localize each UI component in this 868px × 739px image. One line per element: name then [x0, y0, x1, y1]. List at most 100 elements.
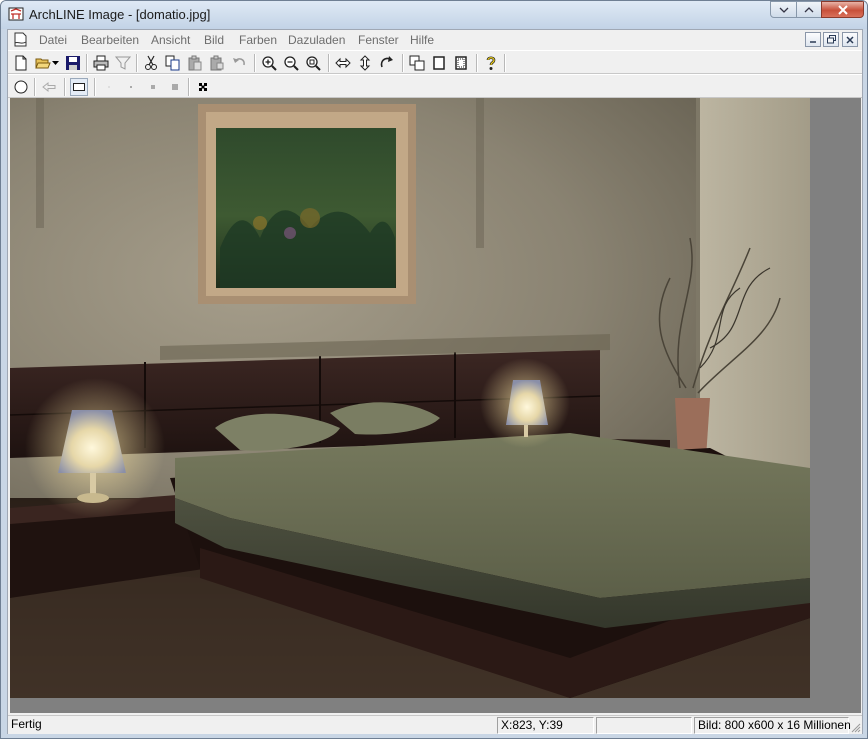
client-area: Datei Bearbeiten Ansicht Bild Farben Daz… — [7, 29, 863, 734]
status-message: Fertig — [11, 717, 42, 731]
scatter-icon — [199, 83, 207, 91]
brush-size-4-button[interactable] — [166, 78, 184, 96]
bedroom-render-image[interactable] — [10, 98, 810, 698]
toolbar-separator — [254, 54, 256, 72]
border-frame-button[interactable] — [452, 54, 470, 72]
zoom-out-button[interactable] — [282, 54, 300, 72]
menu-fenster[interactable]: Fenster — [358, 33, 399, 47]
paste-special-icon — [210, 55, 224, 71]
toolbar-separator — [86, 54, 88, 72]
zoom-fit-button[interactable] — [304, 54, 322, 72]
document-icon[interactable] — [12, 32, 28, 48]
back-button[interactable] — [40, 78, 58, 96]
toolbar-separator — [136, 54, 138, 72]
application-window: ArchLINE Image - [domatio.jpg] Datei Bea… — [0, 0, 868, 739]
zoom-in-icon — [262, 56, 277, 71]
funnel-icon — [115, 56, 131, 70]
toolbar-separator — [476, 54, 478, 72]
menu-hilfe[interactable]: Hilfe — [410, 33, 434, 47]
window-title: ArchLINE Image - [domatio.jpg] — [29, 7, 211, 22]
close-icon — [837, 4, 848, 15]
paste-button[interactable] — [186, 54, 204, 72]
open-folder-icon — [35, 58, 51, 69]
zoom-in-button[interactable] — [260, 54, 278, 72]
menu-farben[interactable]: Farben — [239, 33, 277, 47]
toolbar-separator — [94, 78, 96, 96]
paste-special-button[interactable] — [208, 54, 226, 72]
print-button[interactable] — [92, 54, 110, 72]
toolbar-separator — [34, 78, 36, 96]
resize-canvas-button[interactable] — [408, 54, 426, 72]
toolbar-separator — [328, 54, 330, 72]
brush-size-1-button[interactable] — [100, 78, 118, 96]
mdi-restore-button[interactable] — [823, 32, 839, 47]
main-toolbar — [8, 50, 862, 74]
restore-icon — [826, 35, 836, 44]
mdi-close-button[interactable] — [842, 32, 858, 47]
brush-size-3-icon — [151, 85, 155, 89]
dropdown-arrow-icon — [51, 61, 59, 65]
menu-bar: Datei Bearbeiten Ansicht Bild Farben Daz… — [8, 30, 862, 50]
new-button[interactable] — [12, 54, 30, 72]
status-pane-empty — [596, 717, 692, 734]
minimize-icon — [779, 7, 788, 13]
resize-grip-icon[interactable] — [849, 721, 861, 733]
brush-size-2-icon — [130, 86, 132, 88]
rectangle-select-icon — [73, 83, 85, 91]
menu-dazuladen[interactable]: Dazuladen — [288, 33, 345, 47]
image-viewport[interactable] — [10, 98, 861, 713]
title-bar[interactable]: ArchLINE Image - [domatio.jpg] — [1, 1, 867, 29]
maximize-icon — [804, 6, 814, 12]
crop-frame-icon — [433, 56, 445, 70]
menu-ansicht[interactable]: Ansicht — [151, 33, 190, 47]
image-info: Bild: 800 x600 x 16 Millionen — [694, 717, 851, 734]
flip-vertical-icon — [359, 55, 371, 71]
print-icon — [93, 55, 109, 71]
undo-icon — [233, 58, 245, 66]
close-button[interactable] — [821, 1, 864, 18]
filter-button[interactable] — [114, 54, 132, 72]
rotate-button[interactable] — [378, 54, 396, 72]
cursor-coordinates: X:823, Y:39 — [497, 717, 594, 734]
open-dropdown-button[interactable] — [50, 54, 60, 72]
zoom-fit-icon — [306, 56, 321, 71]
save-disk-icon — [66, 56, 80, 70]
brush-size-3-button[interactable] — [144, 78, 162, 96]
toolbar-separator — [504, 54, 506, 72]
rectangle-select-button[interactable] — [70, 78, 88, 96]
undo-button[interactable] — [230, 54, 248, 72]
brush-size-2-button[interactable] — [122, 78, 140, 96]
close-icon — [846, 35, 854, 44]
save-button[interactable] — [64, 54, 82, 72]
status-bar: Fertig X:823, Y:39 Bild: 800 x600 x 16 M… — [8, 715, 862, 734]
crop-frame-button[interactable] — [430, 54, 448, 72]
back-arrow-icon — [42, 81, 56, 93]
mdi-minimize-button[interactable] — [805, 32, 821, 47]
circle-select-button[interactable] — [12, 78, 30, 96]
flip-vertical-button[interactable] — [356, 54, 374, 72]
help-button[interactable] — [482, 54, 500, 72]
circle-select-icon — [14, 80, 28, 94]
toolbar-separator — [188, 78, 190, 96]
menu-datei[interactable]: Datei — [39, 33, 67, 47]
flip-horizontal-button[interactable] — [334, 54, 352, 72]
maximize-button[interactable] — [796, 1, 822, 18]
brush-size-4-icon — [172, 84, 178, 90]
paste-icon — [188, 55, 202, 71]
zoom-out-icon — [284, 56, 299, 71]
toolbar-separator — [402, 54, 404, 72]
scatter-button[interactable] — [194, 78, 212, 96]
cut-button[interactable] — [142, 54, 160, 72]
minimize-button[interactable] — [770, 1, 797, 18]
menu-bearbeiten[interactable]: Bearbeiten — [81, 33, 139, 47]
archline-app-icon[interactable] — [8, 6, 24, 22]
rotate-icon — [380, 56, 393, 68]
flip-horizontal-icon — [335, 57, 351, 69]
toolbar-separator — [64, 78, 66, 96]
menu-bild[interactable]: Bild — [204, 33, 224, 47]
copy-button[interactable] — [164, 54, 182, 72]
selection-toolbar — [8, 74, 862, 98]
cut-icon — [145, 55, 157, 70]
minimize-icon — [810, 40, 816, 43]
brush-size-1-icon — [108, 86, 110, 88]
